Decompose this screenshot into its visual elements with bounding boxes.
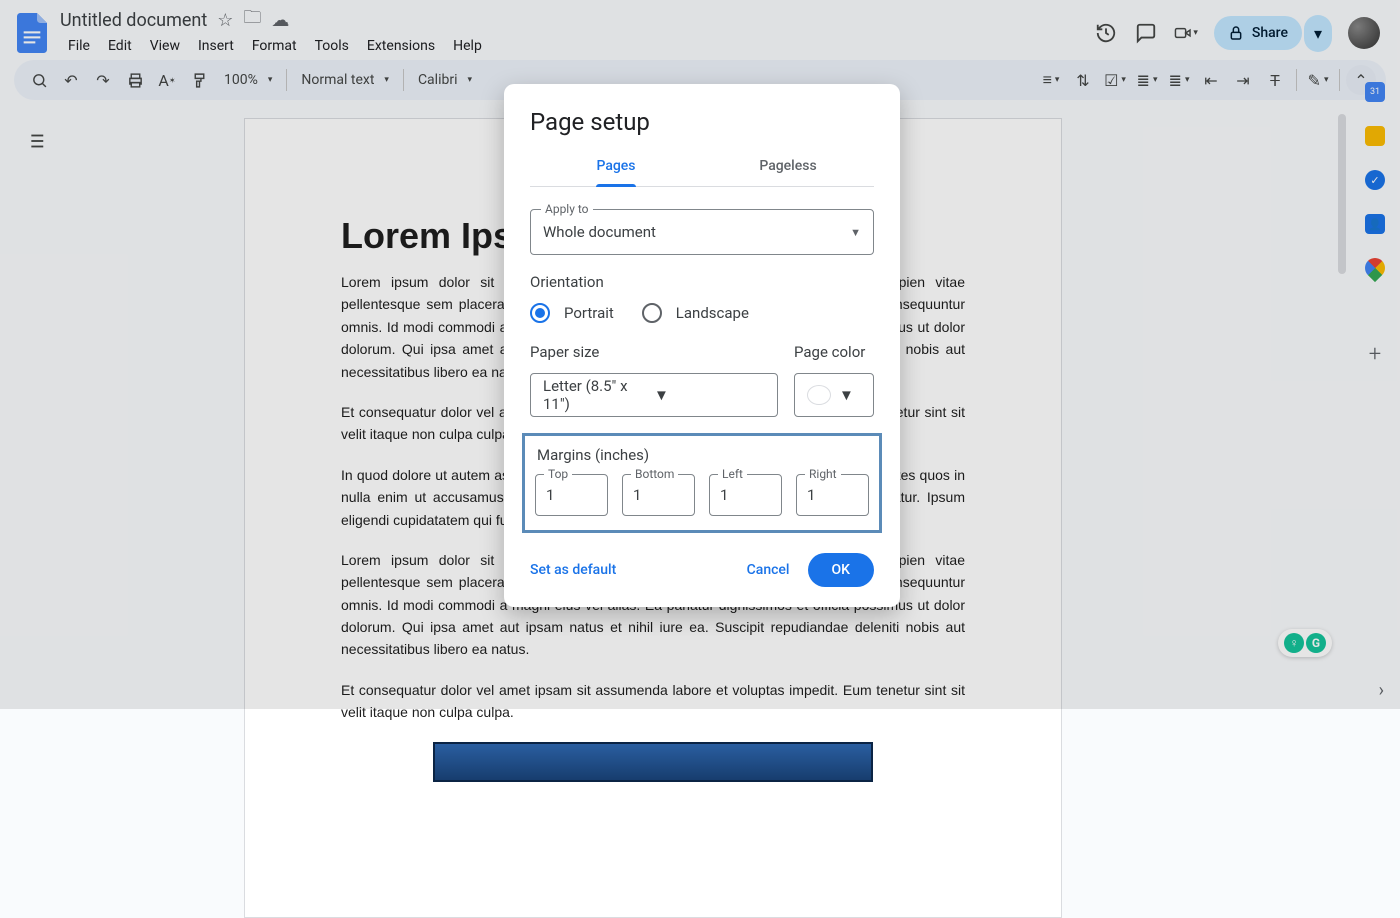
- paper-size-select[interactable]: Letter (8.5" x 11") ▼: [530, 373, 778, 417]
- radio-icon: [642, 303, 662, 323]
- page-setup-dialog: Page setup Pages Pageless Apply to Whole…: [504, 84, 900, 607]
- margins-highlight: Margins (inches) Top Bottom Left Right: [522, 433, 882, 533]
- dialog-title: Page setup: [504, 108, 900, 146]
- tab-pages[interactable]: Pages: [530, 146, 702, 186]
- orientation-label: Orientation: [530, 273, 874, 291]
- margins-label: Margins (inches): [535, 446, 869, 464]
- radio-landscape-label: Landscape: [676, 304, 749, 322]
- page-color-label: Page color: [794, 343, 874, 361]
- cancel-button[interactable]: Cancel: [747, 562, 790, 578]
- margin-left-label: Left: [718, 467, 747, 481]
- color-swatch-icon: [807, 385, 831, 405]
- radio-icon: [530, 303, 550, 323]
- set-default-button[interactable]: Set as default: [530, 562, 616, 578]
- margin-left-input[interactable]: [710, 475, 781, 515]
- margin-bottom-label: Bottom: [631, 467, 678, 481]
- paper-size-label: Paper size: [530, 343, 778, 361]
- ok-button[interactable]: OK: [808, 553, 875, 587]
- tab-pageless[interactable]: Pageless: [702, 146, 874, 186]
- margin-top-input[interactable]: [536, 475, 607, 515]
- margin-top-label: Top: [544, 467, 572, 481]
- page-color-select[interactable]: ▼: [794, 373, 874, 417]
- margin-left-field[interactable]: Left: [709, 474, 782, 516]
- margin-right-label: Right: [805, 467, 841, 481]
- margin-right-input[interactable]: [797, 475, 868, 515]
- radio-landscape[interactable]: Landscape: [642, 303, 749, 323]
- margin-top-field[interactable]: Top: [535, 474, 608, 516]
- margin-right-field[interactable]: Right: [796, 474, 869, 516]
- doc-image-placeholder: [433, 742, 873, 782]
- apply-to-select[interactable]: Apply to Whole document ▼: [530, 209, 874, 255]
- chevron-down-icon: ▼: [839, 386, 861, 404]
- radio-portrait-label: Portrait: [564, 304, 614, 322]
- margin-bottom-input[interactable]: [623, 475, 694, 515]
- paper-size-value: Letter (8.5" x 11"): [543, 377, 654, 413]
- radio-portrait[interactable]: Portrait: [530, 303, 614, 323]
- margin-bottom-field[interactable]: Bottom: [622, 474, 695, 516]
- chevron-down-icon: ▼: [850, 226, 861, 239]
- apply-to-label: Apply to: [541, 202, 593, 216]
- page-color-group: Page color ▼: [794, 343, 874, 417]
- paper-size-group: Paper size Letter (8.5" x 11") ▼: [530, 343, 778, 417]
- apply-to-value: Whole document: [543, 223, 850, 241]
- dialog-tabs: Pages Pageless: [530, 146, 874, 187]
- orientation-group: Portrait Landscape: [530, 303, 874, 323]
- chevron-down-icon: ▼: [654, 386, 765, 404]
